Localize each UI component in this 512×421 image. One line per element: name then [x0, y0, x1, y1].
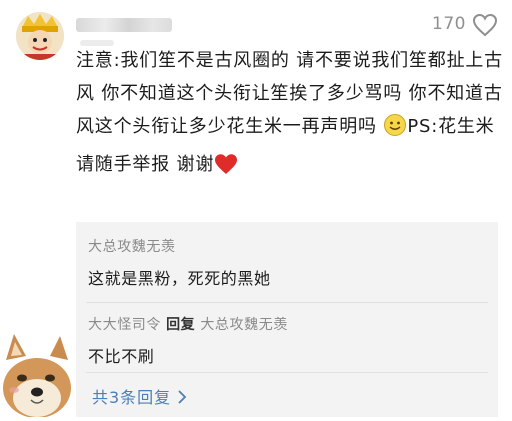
- comment-text: 注意:我们笙不是古风圈的 请不要说我们笙都扯上古风 你不知道这个头衔让笙挨了多少…: [76, 44, 506, 186]
- reply-text: 不比不刷: [88, 347, 155, 366]
- reply-author-line: 大大怪司令 回复 大总攻魏无羡: [88, 314, 488, 334]
- username-blurred[interactable]: [76, 18, 172, 32]
- like-count: 170: [432, 14, 466, 34]
- reply-divider: [86, 372, 488, 373]
- reply-item[interactable]: 大大怪司令 回复 大总攻魏无羡 不比不刷: [88, 314, 488, 367]
- view-more-replies-link[interactable]: 共3条回复: [92, 384, 187, 408]
- smiley-face-icon: [383, 113, 407, 148]
- reply-text: 这就是黑粉，死死的黑她: [88, 269, 271, 288]
- commenter-avatar[interactable]: [16, 12, 64, 60]
- reply-item[interactable]: 大总攻魏无羡 这就是黑粉，死死的黑她: [88, 236, 488, 289]
- shiba-dog-sticker: [0, 330, 74, 418]
- reply-author[interactable]: 大大怪司令: [88, 317, 161, 333]
- chevron-right-icon: [177, 388, 187, 407]
- reply-author[interactable]: 大总攻魏无羡: [88, 236, 488, 256]
- reply-target[interactable]: 大总攻魏无羡: [200, 317, 288, 333]
- reply-divider: [86, 302, 488, 303]
- like-heart-icon[interactable]: [472, 13, 498, 37]
- replies-panel: 大总攻魏无羡 这就是黑粉，死死的黑她 大大怪司令 回复 大总攻魏无羡 不比不刷 …: [76, 222, 498, 417]
- red-heart-icon: [214, 153, 238, 186]
- more-replies-label: 共3条回复: [92, 388, 172, 407]
- reply-verb: 回复: [166, 317, 196, 333]
